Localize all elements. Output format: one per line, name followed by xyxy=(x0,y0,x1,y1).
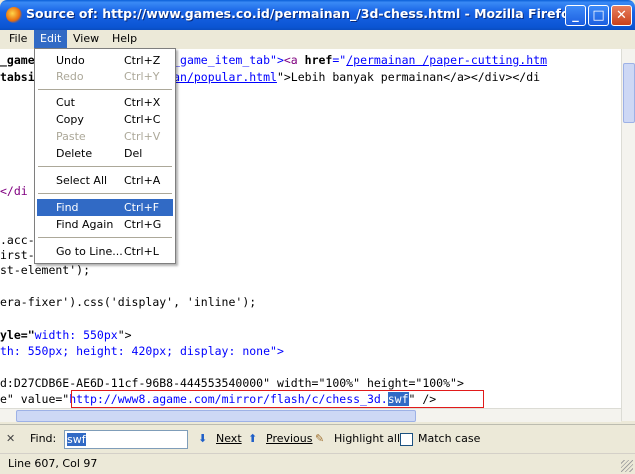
arrow-up-icon[interactable]: ⬆ xyxy=(248,430,257,448)
menu-separator xyxy=(38,89,172,90)
menu-item-shortcut: Ctrl+X xyxy=(124,96,161,109)
source-fragment: ">Lebih banyak permainan</a></div></di xyxy=(276,70,541,84)
close-findbar-icon[interactable]: ✕ xyxy=(6,430,15,448)
source-line: </di xyxy=(0,184,28,199)
title-bar[interactable]: Source of: http://www.games.co.id/permai… xyxy=(0,0,635,30)
status-text: Line 607, Col 97 xyxy=(8,457,98,470)
menu-item-redo[interactable]: Redo Ctrl+Y xyxy=(37,68,173,85)
menu-item-find-again[interactable]: Find Again Ctrl+G xyxy=(37,216,173,233)
menu-item-shortcut: Ctrl+Y xyxy=(124,70,160,83)
source-line: irst- xyxy=(0,248,35,262)
window-title: Source of: http://www.games.co.id/permai… xyxy=(26,6,578,21)
source-fragment: yle=" xyxy=(0,328,35,342)
source-fragment: _game xyxy=(0,53,35,67)
red-highlight-box xyxy=(71,390,484,408)
maximize-button[interactable]: □ xyxy=(588,5,609,26)
menu-edit[interactable]: Edit xyxy=(34,30,68,48)
menu-bar: File Edit View Help xyxy=(0,30,635,48)
source-fragment: </di xyxy=(0,184,28,198)
scroll-thumb[interactable] xyxy=(623,63,635,123)
menu-item-paste[interactable]: Paste Ctrl+V xyxy=(37,128,173,145)
find-bar: ✕ Find: swf ⬇ Next ⬆ Previous ✎ Highligh… xyxy=(0,424,635,452)
highlight-all-button[interactable]: Highlight all xyxy=(334,430,400,448)
source-fragment: href xyxy=(304,53,333,67)
source-fragment: tabsi xyxy=(0,70,35,84)
source-fragment: width: 550px xyxy=(34,328,118,342)
menu-item-shortcut: Ctrl+A xyxy=(124,174,161,187)
menu-item-label: Go to Line... xyxy=(56,245,123,258)
source-line: .acc- xyxy=(0,233,35,247)
menu-item-cut[interactable]: Cut Ctrl+X xyxy=(37,94,173,111)
source-line: era-fixer').css('display', 'inline'); xyxy=(0,295,257,309)
menu-item-copy[interactable]: Copy Ctrl+C xyxy=(37,111,173,128)
match-case-checkbox[interactable] xyxy=(400,433,413,446)
menu-item-label: Copy xyxy=(56,113,84,126)
source-line: st-element'); xyxy=(0,263,91,277)
menu-item-shortcut: Ctrl+G xyxy=(124,218,162,231)
source-link[interactable]: /permainan /paper-cutting.htm xyxy=(346,53,547,67)
menu-file[interactable]: File xyxy=(3,30,33,48)
source-fragment: ar_game_item_tab"> xyxy=(159,53,284,67)
menu-item-go-to-line[interactable]: Go to Line... Ctrl+L xyxy=(37,243,173,260)
menu-item-find[interactable]: Find Ctrl+F xyxy=(37,199,173,216)
menu-item-shortcut: Ctrl+V xyxy=(124,130,161,143)
menu-item-label: Select All xyxy=(56,174,108,187)
find-input[interactable]: swf xyxy=(64,430,188,449)
source-fragment: th: 550px; height: 420px; display: none"… xyxy=(0,344,284,358)
menu-separator xyxy=(38,237,172,238)
match-case-label[interactable]: Match case xyxy=(418,430,480,448)
menu-item-shortcut: Del xyxy=(124,147,143,160)
menu-item-label: Find xyxy=(56,201,79,214)
find-query: swf xyxy=(67,433,86,446)
menu-separator xyxy=(38,166,172,167)
source-line: yle="width: 550px"> xyxy=(0,328,132,343)
find-label: Find: xyxy=(30,432,57,445)
menu-item-label: Undo xyxy=(56,54,85,67)
arrow-down-icon[interactable]: ⬇ xyxy=(198,430,207,448)
menu-item-label: Redo xyxy=(56,70,84,83)
edit-menu-dropdown: Undo Ctrl+Z Redo Ctrl+Y Cut Ctrl+X Copy Ctrl… xyxy=(34,48,176,264)
source-fragment: "> xyxy=(117,328,132,342)
scroll-thumb[interactable] xyxy=(16,410,416,422)
menu-item-label: Find Again xyxy=(56,218,114,231)
source-line: th: 550px; height: 420px; display: none"… xyxy=(0,344,284,359)
menu-item-shortcut: Ctrl+F xyxy=(124,201,160,214)
menu-item-label: Paste xyxy=(56,130,86,143)
horizontal-scrollbar[interactable] xyxy=(0,408,621,422)
menu-item-label: Cut xyxy=(56,96,75,109)
minimize-button[interactable]: _ xyxy=(565,5,586,26)
status-bar: Line 607, Col 97 xyxy=(0,453,635,474)
vertical-scrollbar[interactable] xyxy=(621,49,635,421)
highlighter-icon[interactable]: ✎ xyxy=(315,430,324,448)
firefox-icon xyxy=(6,7,22,23)
find-previous-button[interactable]: Previous xyxy=(266,430,313,448)
source-fragment: e" value=" xyxy=(0,392,70,406)
source-line: d:D27CDB6E-AE6D-11cf-96B8-444553540000" … xyxy=(0,376,464,390)
menu-item-undo[interactable]: Undo Ctrl+Z xyxy=(37,52,173,69)
resize-grip-icon[interactable] xyxy=(621,460,633,472)
menu-separator xyxy=(38,193,172,194)
menu-help[interactable]: Help xyxy=(106,30,143,48)
source-link[interactable]: inan/popular.html xyxy=(159,70,277,84)
find-next-button[interactable]: Next xyxy=(216,430,242,448)
menu-view[interactable]: View xyxy=(67,30,105,48)
menu-item-shortcut: Ctrl+C xyxy=(124,113,161,126)
menu-item-label: Delete xyxy=(56,147,93,160)
source-fragment: =" xyxy=(332,53,347,67)
close-button[interactable]: ✕ xyxy=(611,5,632,26)
source-fragment: <a xyxy=(283,53,305,67)
menu-item-shortcut: Ctrl+L xyxy=(124,245,159,258)
menu-item-delete[interactable]: Delete Del xyxy=(37,145,173,162)
menu-item-shortcut: Ctrl+Z xyxy=(124,54,161,67)
menu-item-select-all[interactable]: Select All Ctrl+A xyxy=(37,172,173,189)
